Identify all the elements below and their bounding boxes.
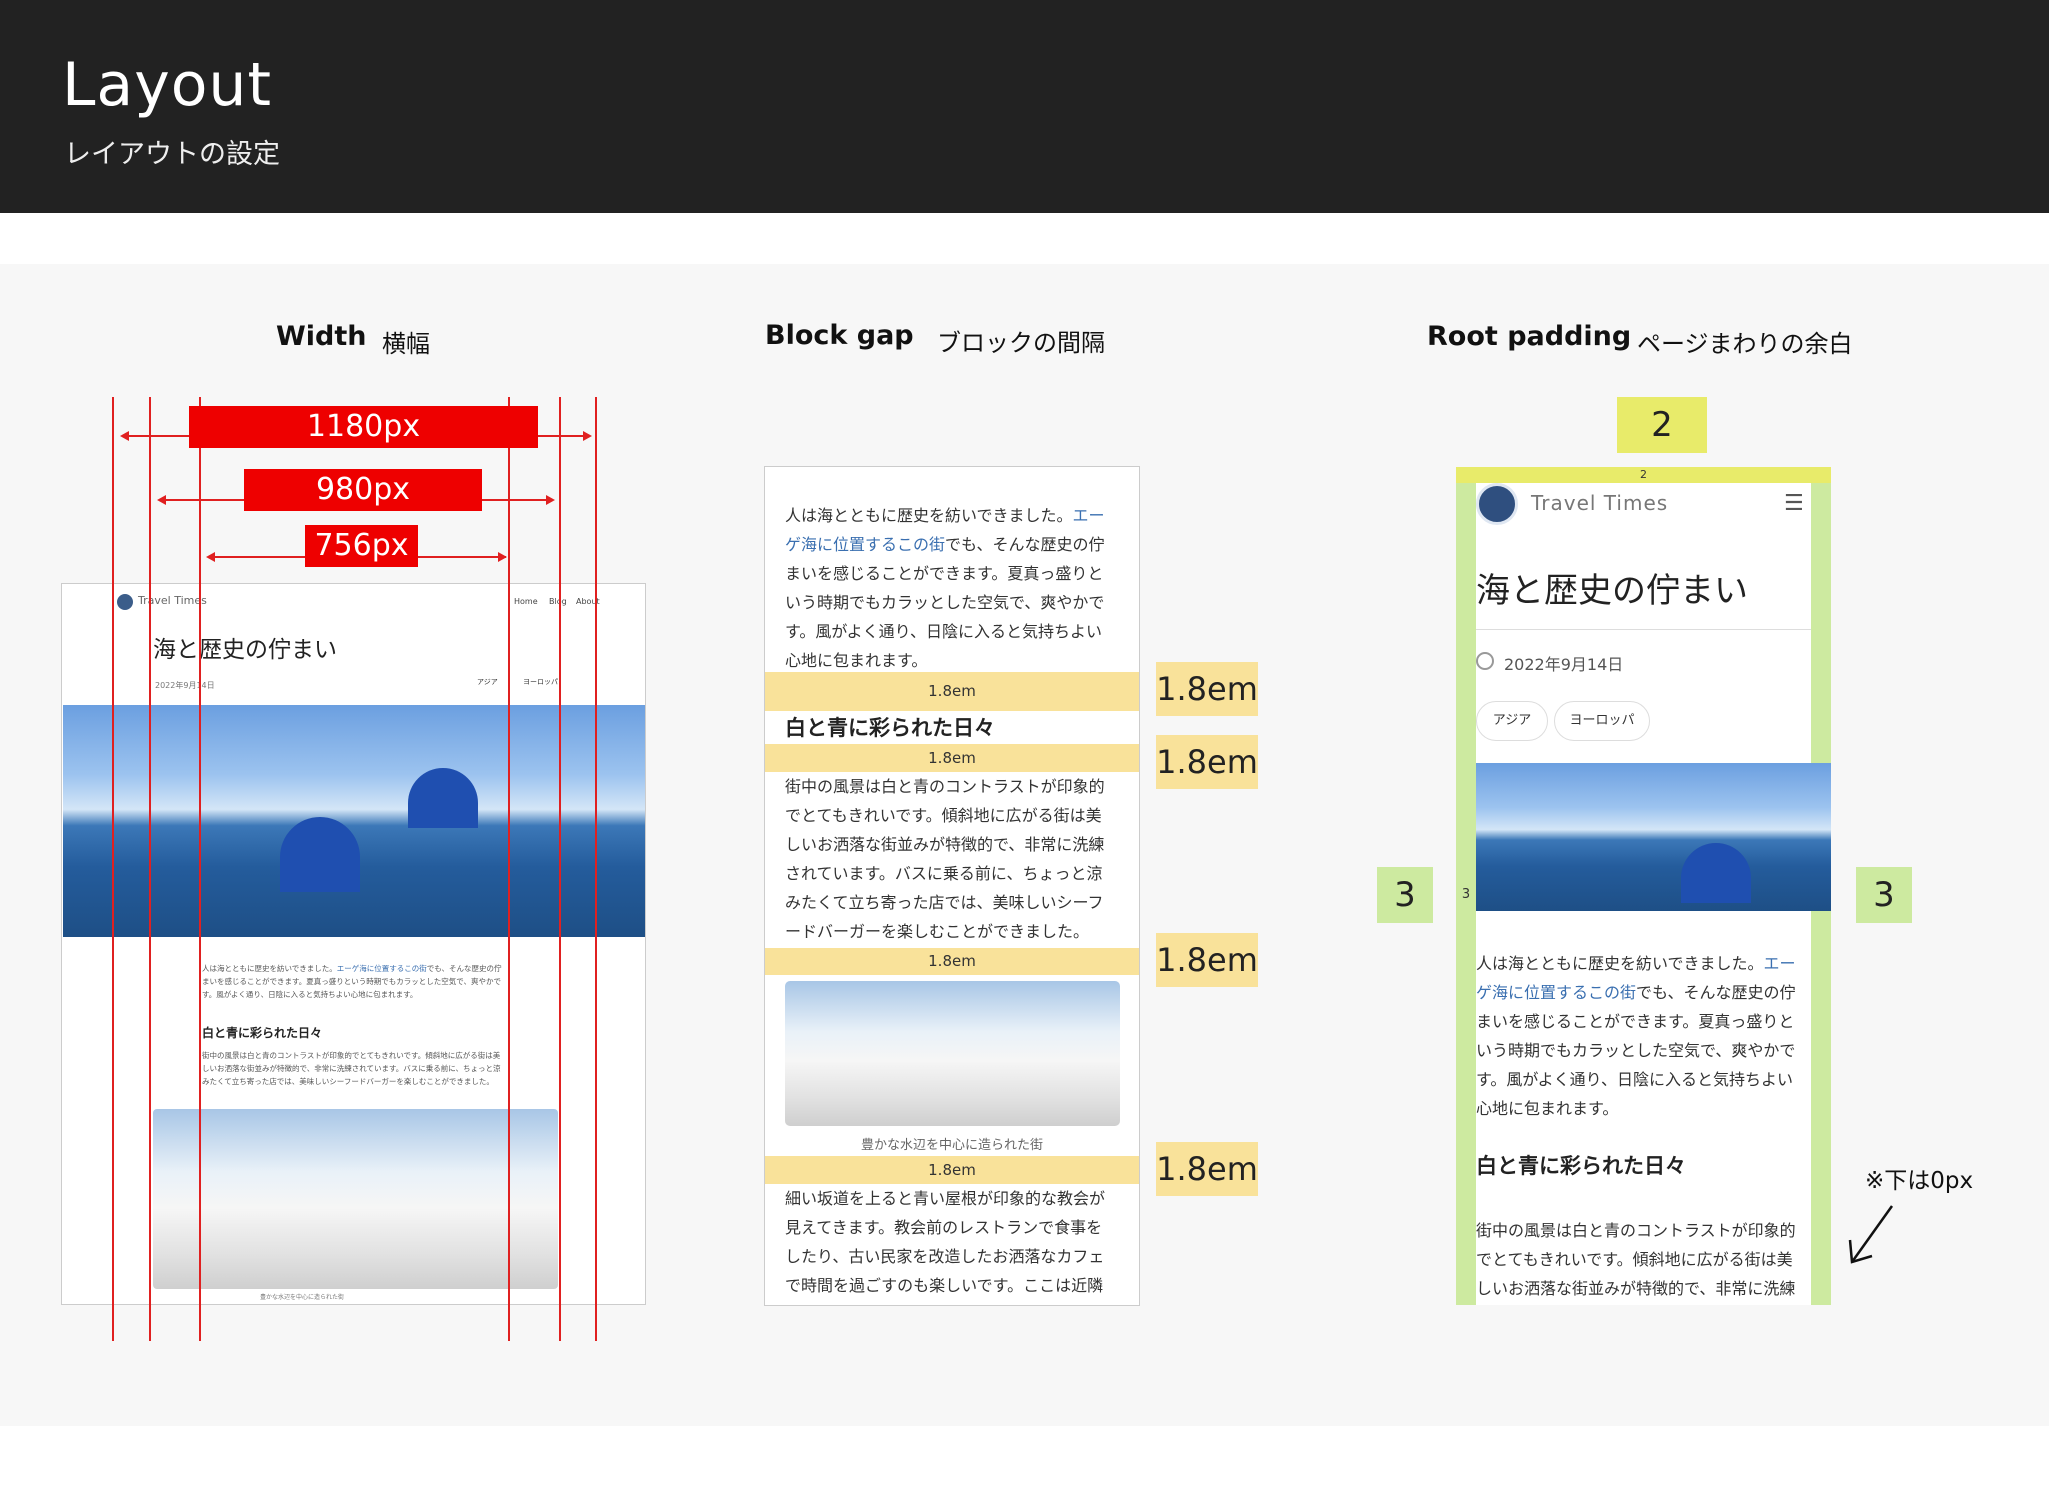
width-980-label: 980px <box>244 469 482 511</box>
site-logo-icon <box>1476 483 1518 525</box>
rootpadding-preview-frame: 2 3 3 Travel Times ☰ 海と歴史の佇まい 2022年9月14日… <box>1456 467 1831 1305</box>
gap-paragraph-1: 人は海とともに歴史を紡いできました。エーゲ海に位置するこの街でも、そんな歴史の佇… <box>785 506 1105 670</box>
guide-line <box>508 397 510 1341</box>
gap-town-image <box>785 981 1120 1126</box>
padding-top-strip: 2 <box>1456 467 1831 483</box>
tag-asia[interactable]: アジア <box>477 677 498 687</box>
gap-tag: 1.8em <box>1156 933 1258 987</box>
padding-right-badge: 3 <box>1856 867 1912 923</box>
clock-icon <box>1476 652 1494 670</box>
padding-top-badge: 2 <box>1617 397 1707 453</box>
arrowhead <box>120 431 129 441</box>
arrowhead <box>583 431 592 441</box>
town-image <box>153 1109 558 1289</box>
width-1180-label: 1180px <box>189 406 538 448</box>
tag-asia[interactable]: アジア <box>1476 701 1548 741</box>
dome-shape <box>280 817 360 892</box>
mobile-post-title: 海と歴史の佇まい <box>1476 571 1748 611</box>
mobile-hero-image <box>1476 763 1831 911</box>
gap-paragraph-3: 細い坂道を上ると青い屋根が印象的な教会が見えてきます。教会前のレストランで食事を… <box>785 1189 1106 1295</box>
nav-blog[interactable]: Blog <box>549 597 567 606</box>
page-subtitle: レイアウトの設定 <box>64 139 280 170</box>
image-caption: 豊かな水辺を中心に造られた街 <box>260 1294 345 1301</box>
hamburger-menu-icon[interactable]: ☰ <box>1784 491 1804 516</box>
width-section-sub: 横幅 <box>382 330 430 358</box>
padding-bottom-note: ※下は0px <box>1865 1168 1974 1194</box>
gap-tag: 1.8em <box>1156 735 1258 789</box>
nav-home[interactable]: Home <box>514 597 538 606</box>
guide-line <box>199 397 201 1341</box>
gap-heading-2: 白と青に彩られた日々 <box>785 716 995 740</box>
divider <box>1476 629 1811 630</box>
width-section-title: Width <box>276 321 367 352</box>
rootpadding-section-sub: ページまわりの余白 <box>1637 330 1853 358</box>
padding-left-badge: 3 <box>1377 867 1433 923</box>
mobile-site-name: Travel Times <box>1531 491 1669 515</box>
guide-line <box>559 397 561 1341</box>
mobile-page: Travel Times ☰ 海と歴史の佇まい 2022年9月14日 アジア ヨ… <box>1476 483 1831 1305</box>
page-header: Layout レイアウトの設定 <box>0 0 2049 213</box>
rootpadding-section-title: Root padding <box>1427 321 1632 352</box>
page-title: Layout <box>62 50 272 120</box>
arrowhead <box>206 552 215 562</box>
mobile-post-date: 2022年9月14日 <box>1504 655 1624 674</box>
gap-band: 1.8em <box>765 1156 1139 1184</box>
gap-band: 1.8em <box>765 672 1139 711</box>
post-paragraph-1: 人は海とともに歴史を紡いできました。エーゲ海に位置するこの街でも、そんな歴史の佇… <box>202 964 502 999</box>
blockgap-preview-frame: 人は海とともに歴史を紡いできました。エーゲ海に位置するこの街でも、そんな歴史の佇… <box>764 466 1140 1306</box>
arrowhead <box>498 552 507 562</box>
post-heading-2: 白と青に彩られた日々 <box>202 1026 323 1040</box>
blockgap-section-title: Block gap <box>765 320 914 351</box>
guide-line <box>149 397 151 1341</box>
post-date: 2022年9月14日 <box>155 681 215 690</box>
gap-tag: 1.8em <box>1156 1142 1258 1196</box>
arrowhead <box>157 495 166 505</box>
gap-paragraph-2: 街中の風景は白と青のコントラストが印象的でとてもきれいです。傾斜地に広がる街は美… <box>785 777 1105 941</box>
blockgap-section-sub: ブロックの間隔 <box>937 329 1105 357</box>
tag-europe[interactable]: ヨーロッパ <box>523 677 558 687</box>
gap-image-caption: 豊かな水辺を中心に造られた街 <box>861 1138 1044 1153</box>
guide-line <box>595 397 597 1341</box>
gap-band: 1.8em <box>765 744 1139 772</box>
post-title: 海と歴史の佇まい <box>153 637 337 663</box>
gap-band: 1.8em <box>765 948 1139 975</box>
width-756-label: 756px <box>305 525 418 567</box>
padding-left-value: 3 <box>1461 887 1471 902</box>
post-paragraph-2: 街中の風景は白と青のコントラストが印象的でとてもきれいです。傾斜地に広がる街は美… <box>202 1051 501 1086</box>
gap-tag: 1.8em <box>1156 662 1258 716</box>
guide-line <box>112 397 114 1341</box>
mobile-paragraph-1: 人は海とともに歴史を紡いできました。エーゲ海に位置するこの街でも、そんな歴史の佇… <box>1476 954 1796 1118</box>
note-arrow-icon <box>1848 1205 1894 1264</box>
mobile-heading-2: 白と青に彩られた日々 <box>1476 1154 1686 1178</box>
arrowhead <box>546 495 555 505</box>
mobile-paragraph-2: 街中の風景は白と青のコントラストが印象的でとてもきれいです。傾斜地に広がる街は美… <box>1476 1221 1796 1298</box>
site-logo-icon <box>117 594 133 610</box>
tag-europe[interactable]: ヨーロッパ <box>1554 701 1650 741</box>
